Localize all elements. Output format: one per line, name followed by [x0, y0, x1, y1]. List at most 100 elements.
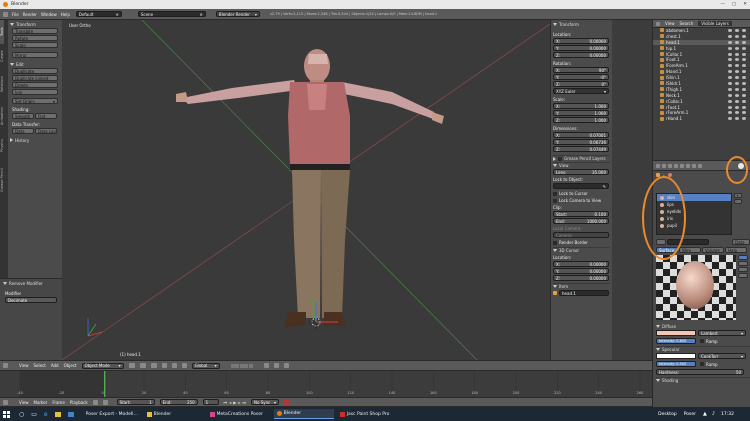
next-key-icon[interactable]: ▸ [238, 400, 240, 405]
render-engine-field[interactable]: Blender Render ▾ [215, 11, 260, 17]
cursor-location-field-2[interactable]: Z: 0.00000 [553, 275, 609, 281]
checkbox[interactable] [558, 156, 562, 161]
close-icon[interactable]: ✕ [200, 12, 203, 17]
select-arrow-icon[interactable] [735, 64, 739, 68]
timeline-editor-icon[interactable] [3, 399, 8, 405]
camera-icon[interactable] [742, 58, 746, 62]
menu-object[interactable]: Object [64, 363, 77, 368]
tab-volume[interactable]: Volume [702, 247, 724, 253]
clip-end-field[interactable]: End: 1000.000 [553, 218, 609, 224]
network-icon[interactable]: ▲ [703, 411, 707, 417]
preview-monkey-icon[interactable] [738, 273, 748, 278]
layers-icon[interactable] [662, 163, 666, 168]
prev-key-icon[interactable]: ◂ [229, 400, 231, 405]
menu-add[interactable]: Add [51, 363, 59, 368]
eye-icon[interactable] [728, 105, 732, 109]
menu-playback[interactable]: Playback [70, 400, 88, 405]
viewport-shading-icon[interactable] [128, 363, 135, 368]
clip-start-field[interactable]: Start: 0.100 [553, 211, 609, 217]
local-camera-field[interactable]: Camera [553, 232, 609, 238]
outliner-editor-icon[interactable] [656, 21, 660, 26]
playback-controls[interactable]: ⏮ ◂ ▶ ▸ ⏭ [224, 400, 246, 405]
scale-field-1[interactable]: Y: 1.000 [553, 110, 609, 116]
eye-icon[interactable] [728, 87, 732, 91]
camera-icon[interactable] [742, 111, 746, 115]
rotate-manip-icon[interactable] [171, 363, 177, 368]
eye-icon[interactable] [728, 46, 732, 50]
menu-help[interactable]: Help [61, 12, 70, 17]
cursor-location-field-0[interactable]: X: 0.00000 [553, 261, 609, 267]
select-arrow-icon[interactable] [735, 99, 739, 103]
scale-field-2[interactable]: Z: 1.000 [553, 117, 609, 123]
eye-icon[interactable] [728, 117, 732, 121]
character-model[interactable] [176, 49, 444, 328]
layer-buttons[interactable] [230, 363, 253, 368]
shading-header[interactable]: Shading [656, 377, 750, 383]
camera-icon[interactable] [742, 40, 746, 44]
search-icon[interactable]: ○ [19, 411, 24, 418]
mode-dropdown[interactable]: Object Mode ▾ [81, 362, 124, 369]
cursor-location-field-1[interactable]: Y: 0.00000 [553, 268, 609, 274]
transform-header[interactable]: Transform [553, 21, 610, 27]
orientation-dropdown[interactable]: Global ▾ [191, 362, 220, 369]
outliner-tab-view[interactable]: View [665, 21, 675, 26]
tab-relations[interactable]: Relations [0, 68, 4, 100]
eye-icon[interactable] [728, 34, 732, 38]
taskbar-app-poser[interactable]: MetaCreations Poser [207, 409, 271, 419]
close-icon[interactable]: ✕ [116, 12, 119, 17]
scale-manip-icon[interactable] [181, 363, 187, 368]
rotate-button[interactable]: Rotate [12, 35, 58, 41]
eye-icon[interactable] [728, 93, 732, 97]
edge-icon[interactable]: e [44, 411, 48, 418]
timeline[interactable]: -40 -20 0 20 40 60 80 100 120 140 160 180 200 220 240 2… [0, 371, 652, 397]
flat-button[interactable]: Flat [35, 113, 57, 119]
3d-viewport[interactable]: User Ortho (1) head.1 [62, 20, 550, 360]
camera-icon[interactable] [742, 46, 746, 50]
lock-object-field[interactable]: ✎ [553, 183, 609, 189]
eye-icon[interactable] [728, 70, 732, 74]
specular-header[interactable]: Specular [656, 346, 750, 352]
eye-icon[interactable] [728, 40, 732, 44]
item-header[interactable]: Item [553, 283, 610, 289]
item-name-field[interactable]: head.1 [559, 290, 609, 296]
camera-icon[interactable] [742, 105, 746, 109]
editor-type-icon[interactable] [3, 363, 8, 368]
edit-section-header[interactable]: Edit [10, 61, 60, 67]
diffuse-color-swatch[interactable] [656, 330, 696, 336]
location-field-1[interactable]: Y: 0.00000 [553, 45, 609, 51]
camera-icon[interactable] [742, 28, 746, 32]
record-icon[interactable] [92, 399, 98, 405]
select-arrow-icon[interactable] [735, 93, 739, 97]
location-field-0[interactable]: X: 0.00000 [553, 38, 609, 44]
snap-icon[interactable] [273, 363, 279, 368]
eye-icon[interactable] [728, 81, 732, 85]
pivot-icon[interactable] [139, 363, 146, 368]
diffuse-intensity-field[interactable]: Intensity: 0.800 [656, 338, 696, 344]
modifier-field[interactable]: Decimate [5, 297, 57, 303]
autokey-icon[interactable] [283, 399, 289, 405]
tab-halo[interactable]: Halo [725, 247, 747, 253]
camera-icon[interactable] [742, 64, 746, 68]
add-slot-button[interactable]: + [734, 193, 742, 198]
folder-toolbar-label[interactable]: Poser [684, 412, 696, 417]
lens-field[interactable]: Lens: 35.000 [553, 169, 609, 175]
remove-slot-button[interactable]: - [734, 199, 742, 204]
select-arrow-icon[interactable] [735, 70, 739, 74]
preview-flat-icon[interactable] [738, 255, 748, 260]
menu-marker[interactable]: Marker [34, 400, 48, 405]
camera-icon[interactable] [742, 76, 746, 80]
duplicate-linked-button[interactable]: Duplicate Linked [12, 75, 58, 81]
camera-icon[interactable] [742, 52, 746, 56]
preview-cube-icon[interactable] [738, 267, 748, 272]
material-data-dropdown[interactable]: Data [732, 239, 750, 245]
select-arrow-icon[interactable] [735, 76, 739, 80]
menu-select[interactable]: Select [34, 363, 46, 368]
camera-icon[interactable] [742, 34, 746, 38]
eye-icon[interactable] [728, 99, 732, 103]
diffuse-header[interactable]: Diffuse [656, 323, 676, 329]
rotation-field-1[interactable]: Y: -0° [553, 74, 609, 80]
dimension-field-2[interactable]: Z: 0.07449 [553, 146, 609, 152]
lock-camera-checkbox[interactable]: Lock Camera to View [553, 198, 610, 203]
menu-render[interactable]: Render [23, 12, 37, 17]
camera-icon[interactable] [742, 87, 746, 91]
